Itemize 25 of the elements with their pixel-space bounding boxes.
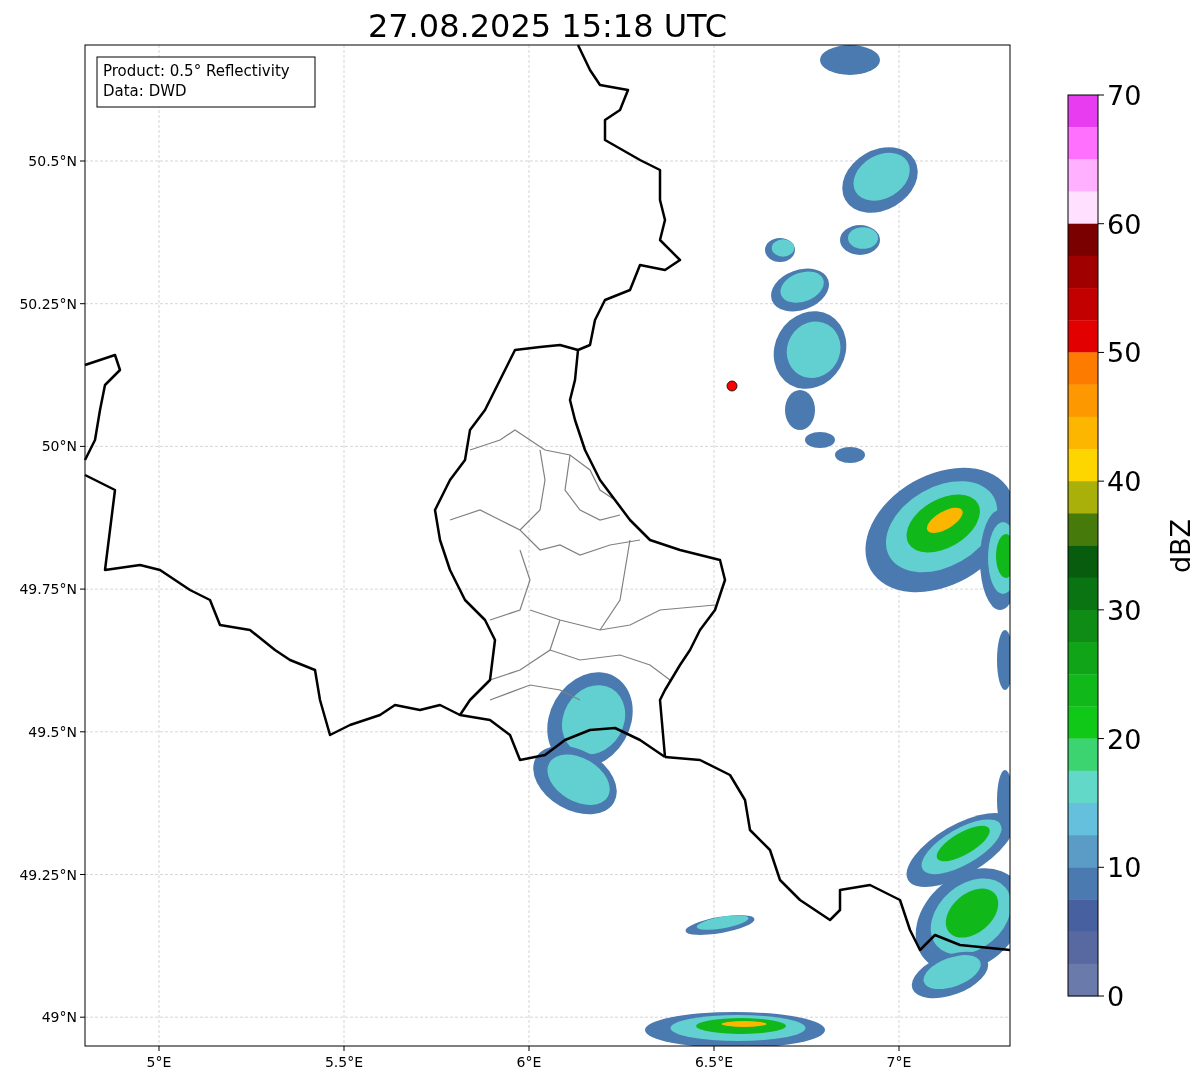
colorbar-tick-label: 50 (1107, 337, 1142, 369)
longitude-label: 6.5°E (694, 1054, 734, 1070)
colorbar-tick-label: 0 (1107, 981, 1125, 1012)
colorbar-tick-label: 60 (1107, 208, 1142, 240)
longitude-label: 5.5°E (324, 1054, 364, 1070)
latitude-label: 50.25°N (19, 295, 77, 312)
colorbar-tick-label: 20 (1107, 723, 1142, 755)
colorbar-label: dBZ (1165, 518, 1196, 574)
colorbar-tick-label: 40 (1107, 466, 1142, 498)
latitude-label: 50.5°N (28, 153, 77, 169)
latitude-label: 49°N (41, 1009, 77, 1026)
location-marker-icon (726, 380, 738, 392)
colorbar-tick-label: 10 (1107, 852, 1142, 884)
info-text: Product: 0.5° Reflectivity (103, 62, 290, 80)
latitude-label: 49.75°N (19, 581, 77, 598)
longitude-label: 7°E (886, 1054, 912, 1070)
latitude-label: 49.5°N (28, 723, 77, 740)
longitude-label: 5°E (146, 1054, 172, 1070)
colorbar-tick-label: 70 (1107, 80, 1142, 111)
colorbar-tick-label: 30 (1107, 594, 1142, 626)
longitude-label: 6°E (516, 1054, 542, 1070)
latitude-label: 50°N (41, 438, 77, 455)
chart-title: 27.08.2025 15:18 UTC (367, 7, 728, 45)
latitude-label: 49.25°N (19, 866, 77, 883)
info-text: Data: DWD (103, 82, 187, 100)
